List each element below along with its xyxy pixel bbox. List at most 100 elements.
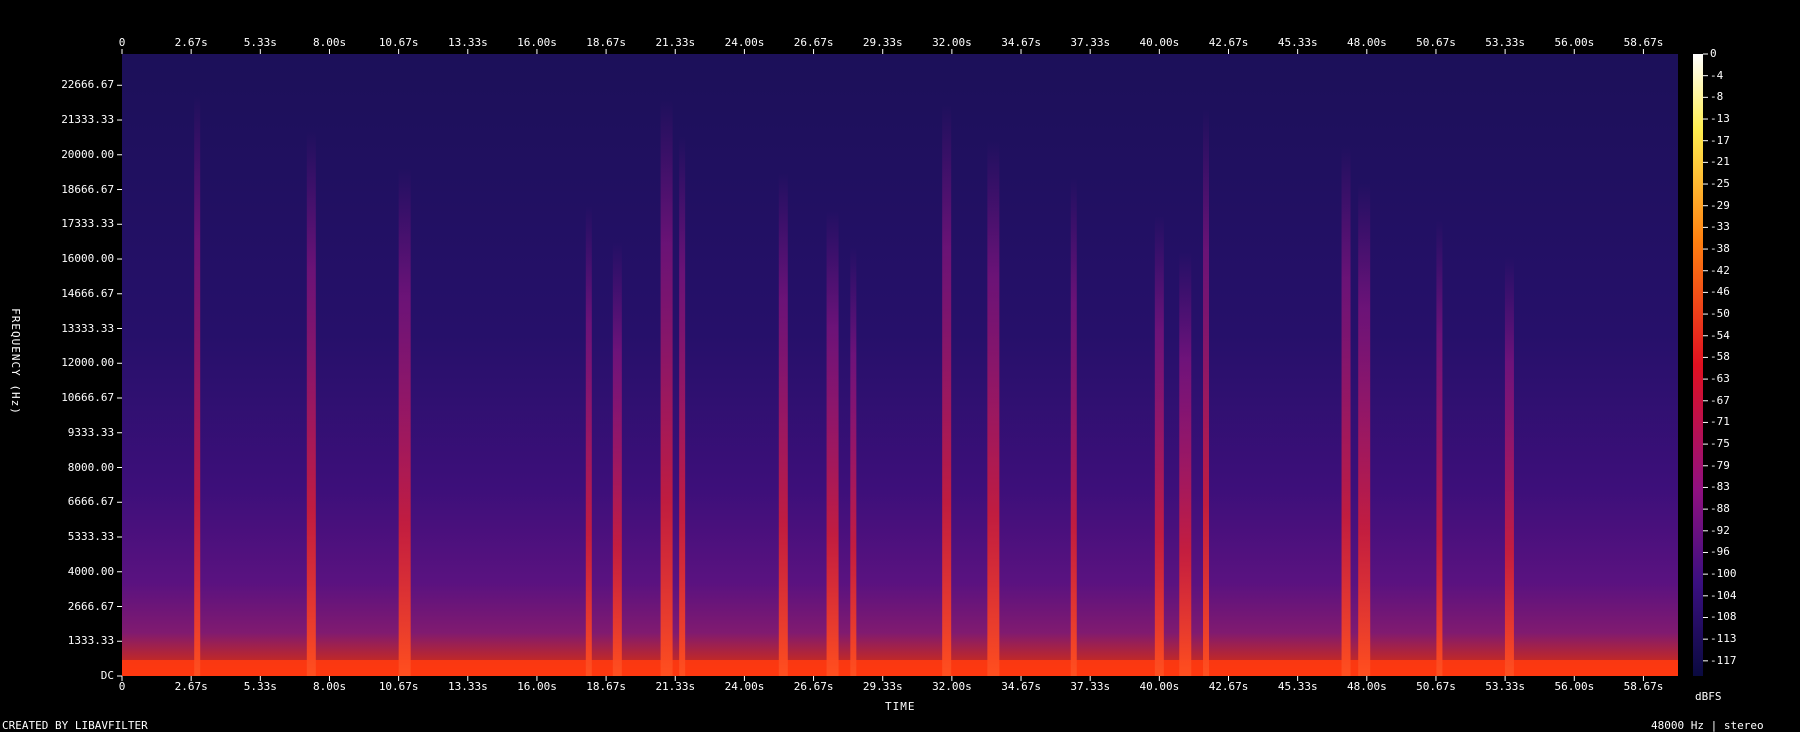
x-tick-label-bottom: 48.00s — [1347, 680, 1387, 693]
x-tick-label-top: 42.67s — [1208, 36, 1249, 49]
x-tick-label-top: 50.67s — [1416, 36, 1456, 49]
colorbar-tick-label: -21 — [1710, 155, 1730, 169]
x-tick-label-bottom: 56.00s — [1554, 680, 1595, 693]
colorbar-ticks — [1703, 53, 1708, 662]
x-tick-label-top: 16.00s — [517, 36, 557, 49]
colorbar — [1693, 54, 1703, 676]
y-tick-label: 6666.67 — [67, 495, 115, 509]
x-tick-label-bottom: 50.67s — [1416, 680, 1456, 693]
colorbar-tick-label: -71 — [1710, 415, 1730, 429]
colorbar-tick-label: -96 — [1710, 545, 1730, 559]
colorbar-tick-label: -63 — [1710, 372, 1730, 386]
y-tick-label: 22666.67 — [61, 78, 115, 92]
burst-mark — [1070, 178, 1077, 676]
colorbar-tick-label: -92 — [1710, 523, 1730, 537]
x-tick-label-bottom: 2.67s — [174, 680, 208, 693]
colorbar-unit-top: dBFS — [1695, 690, 1722, 703]
x-tick-label-bottom: 40.00s — [1139, 680, 1180, 693]
y-axis-title: FREQUENCY (Hz) — [8, 308, 22, 415]
x-tick-label-bottom: 32.00s — [932, 680, 972, 693]
burst-mark — [1179, 252, 1192, 676]
y-tick-label: 16000.00 — [61, 252, 115, 266]
y-tick-label: 21333.33 — [61, 113, 115, 127]
colorbar-tick-label: -25 — [1710, 177, 1730, 191]
burst-mark — [987, 141, 1000, 676]
x-tick-label-bottom: 18.67s — [586, 680, 627, 693]
colorbar-tick-label: -117 — [1710, 653, 1737, 667]
footer-left: CREATED BY LIBAVFILTER — [2, 719, 148, 732]
colorbar-tick-label: -108 — [1710, 610, 1737, 624]
x-tick-label-top: 40.00s — [1139, 36, 1180, 49]
x-tick-label-bottom: 8.00s — [312, 680, 347, 693]
bass-band — [122, 660, 1678, 676]
x-tick-label-bottom: 53.33s — [1485, 680, 1526, 693]
y-tick-label: 20000.00 — [61, 147, 115, 161]
x-tick-label-bottom: 21.33s — [655, 680, 696, 693]
x-tick-label-top: 26.67s — [793, 36, 834, 49]
x-tick-label-top: 34.67s — [1001, 36, 1041, 49]
x-tick-label-bottom: 10.67s — [378, 680, 419, 693]
colorbar-tick-label: -17 — [1710, 133, 1730, 147]
colorbar-tick-label: -104 — [1710, 588, 1737, 602]
x-tick-label-bottom: 58.67s — [1623, 680, 1664, 693]
x-tick-label-bottom: 34.67s — [1001, 680, 1041, 693]
x-tick-label-bottom: 24.00s — [724, 680, 765, 693]
colorbar-tick-label: -8 — [1710, 90, 1724, 104]
x-tick-label-top: 13.33s — [447, 36, 488, 49]
footer-right: 48000 Hz | stereo — [1651, 719, 1764, 732]
y-tick-label: 13333.33 — [61, 321, 115, 335]
burst-mark — [1203, 109, 1210, 676]
x-tick-label-top: 24.00s — [724, 36, 765, 49]
colorbar-tick-label: -4 — [1710, 68, 1724, 82]
x-tick-label-top: 18.67s — [586, 36, 627, 49]
x-tick-label-bottom: 5.33s — [243, 680, 277, 693]
colorbar-tick-label: 0 — [1710, 47, 1717, 60]
burst-mark — [1358, 183, 1371, 676]
x-tick-label-bottom: 13.33s — [447, 680, 488, 693]
x-tick-label-bottom: 26.67s — [793, 680, 834, 693]
x-tick-label-top: 2.67s — [174, 36, 208, 49]
colorbar-tick-label: -100 — [1710, 567, 1737, 581]
colorbar-tick-label: -67 — [1710, 393, 1730, 407]
burst-mark — [306, 131, 316, 676]
x-tick-label-top: 37.33s — [1070, 36, 1111, 49]
y-tick-label: 14666.67 — [61, 286, 115, 300]
burst-mark — [398, 168, 411, 676]
colorbar-tick-label: -113 — [1710, 632, 1737, 646]
burst-mark — [1436, 220, 1443, 676]
colorbar-tick-label: -83 — [1710, 480, 1730, 494]
x-tick-label-bottom: 0 — [118, 680, 126, 693]
colorbar-tick-label: -50 — [1710, 307, 1730, 321]
burst-mark — [660, 99, 673, 676]
x-tick-label-bottom: 45.33s — [1277, 680, 1318, 693]
colorbar-tick-label: -46 — [1710, 285, 1730, 299]
x-tick-label-bottom: 29.33s — [862, 680, 903, 693]
x-tick-label-top: 0 — [118, 36, 126, 49]
colorbar-tick-label: -79 — [1710, 458, 1730, 472]
y-tick-label: 17333.33 — [61, 217, 115, 231]
burst-mark — [1504, 257, 1514, 676]
burst-mark — [1341, 146, 1351, 676]
x-tick-label-top: 53.33s — [1485, 36, 1526, 49]
x-tick-label-bottom: 16.00s — [517, 680, 557, 693]
colorbar-tick-label: -75 — [1710, 437, 1730, 451]
x-tick-label-top: 29.33s — [862, 36, 903, 49]
y-tick-label: DC — [100, 669, 115, 682]
colorbar-tick-label: -88 — [1710, 502, 1730, 516]
colorbar-tick-label: -42 — [1710, 263, 1730, 277]
burst-mark — [1154, 215, 1164, 676]
y-tick-label: 4000.00 — [67, 564, 115, 578]
burst-mark — [942, 104, 952, 676]
x-tick-label-top: 32.00s — [932, 36, 972, 49]
burst-mark — [778, 173, 788, 676]
x-tick-label-bottom: 42.67s — [1208, 680, 1249, 693]
burst-mark — [194, 94, 201, 676]
x-tick-label-top: 58.67s — [1623, 36, 1664, 49]
x-tick-label-top: 56.00s — [1554, 36, 1595, 49]
spectrogram-area — [122, 54, 1678, 676]
spectrogram-chart — [117, 49, 1708, 681]
x-tick-label-top: 10.67s — [378, 36, 419, 49]
x-axis-title: TIME — [885, 700, 916, 713]
y-tick-label: 9333.33 — [67, 425, 115, 439]
x-tick-label-top: 8.00s — [312, 36, 347, 49]
